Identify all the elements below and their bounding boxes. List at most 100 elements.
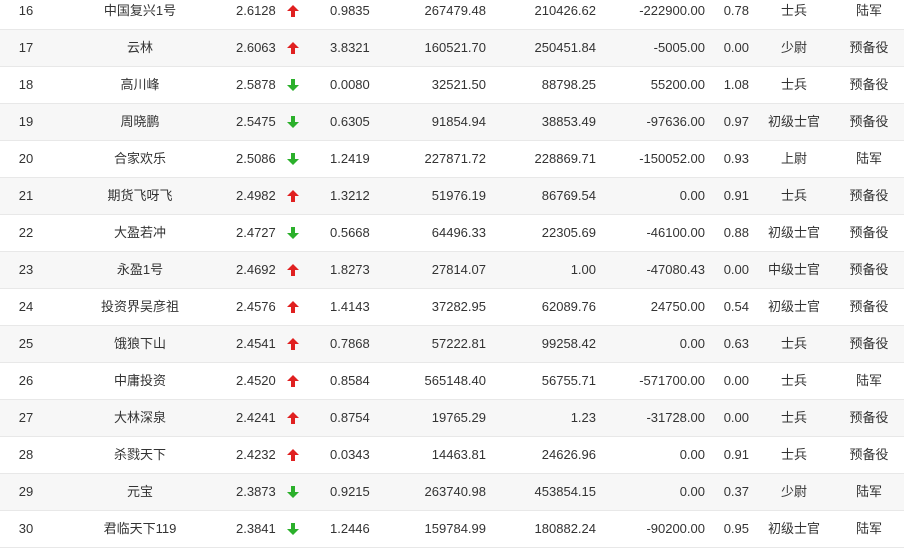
- metric-value-2: 1.00: [570, 262, 596, 277]
- rank-title: 初级士官: [767, 114, 820, 129]
- branch: 预备役: [849, 447, 889, 462]
- arrow-up-icon: [287, 363, 299, 399]
- trader-name: 君临天下119: [103, 521, 177, 536]
- rank-cell: 18: [18, 77, 34, 92]
- rank-cell: 16: [18, 3, 34, 18]
- ratio-value: 0.5668: [330, 225, 370, 240]
- branch: 预备役: [849, 262, 889, 277]
- arrow-up-icon: [287, 326, 299, 362]
- metric-value-1: 51976.19: [431, 188, 486, 203]
- metric-value-4: 0.00: [723, 410, 749, 425]
- metric-value-2: 180882.24: [534, 521, 596, 536]
- table-row[interactable]: 29 元宝 2.3873 0.9215 263740.98 453854.15 0.00 0.…: [0, 474, 904, 511]
- rank-title: 士兵: [780, 410, 807, 425]
- score-value: 2.6063: [236, 40, 276, 55]
- ratio-value: 1.3212: [330, 188, 370, 203]
- branch: 陆军: [855, 484, 882, 499]
- table-row[interactable]: 25 饿狼下山 2.4541 0.7868 57222.81 99258.42 0.00 0.…: [0, 326, 904, 363]
- score-value: 2.6128: [236, 3, 276, 18]
- metric-value-1: 565148.40: [424, 373, 486, 388]
- ratio-value: 3.8321: [330, 40, 370, 55]
- metric-value-2: 250451.84: [534, 40, 596, 55]
- metric-value-3: 0.00: [679, 188, 705, 203]
- metric-value-1: 227871.72: [424, 151, 486, 166]
- rank-title: 初级士官: [767, 299, 820, 314]
- trader-name: 合家欢乐: [113, 151, 166, 166]
- table-row[interactable]: 16 中国复兴1号 2.6128 0.9835 267479.48 210426.62 -2…: [0, 0, 904, 30]
- table-row[interactable]: 26 中庸投资 2.4520 0.8584 565148.40 56755.71 -5717…: [0, 363, 904, 400]
- arrow-down-icon: [287, 474, 299, 510]
- table-row[interactable]: 19 周晓鹏 2.5475 0.6305 91854.94 38853.49 -97636.…: [0, 104, 904, 141]
- arrow-down-icon: [287, 215, 299, 251]
- ratio-value: 0.7868: [330, 336, 370, 351]
- metric-value-2: 228869.71: [534, 151, 596, 166]
- metric-value-1: 160521.70: [424, 40, 486, 55]
- arrow-up-icon: [287, 252, 299, 288]
- ratio-value: 0.0080: [330, 77, 370, 92]
- branch: 预备役: [849, 299, 889, 314]
- metric-value-3: -97636.00: [646, 114, 705, 129]
- arrow-up-icon: [287, 178, 299, 214]
- metric-value-4: 0.88: [723, 225, 749, 240]
- rank-cell: 23: [18, 262, 34, 277]
- ranking-table: 16 中国复兴1号 2.6128 0.9835 267479.48 210426.62 -2…: [0, 0, 904, 548]
- branch: 预备役: [849, 188, 889, 203]
- branch: 预备役: [849, 114, 889, 129]
- rank-cell: 27: [18, 410, 34, 425]
- trader-name: 投资界吴彦祖: [100, 299, 179, 314]
- metric-value-4: 0.93: [723, 151, 749, 166]
- ratio-value: 0.9215: [330, 484, 370, 499]
- metric-value-4: 0.00: [723, 373, 749, 388]
- ratio-value: 0.9835: [330, 3, 370, 18]
- trader-name: 高川峰: [120, 77, 160, 92]
- rank-title: 少尉: [780, 40, 807, 55]
- metric-value-1: 14463.81: [431, 447, 486, 462]
- score-value: 2.3841: [236, 521, 276, 536]
- metric-value-2: 56755.71: [541, 373, 596, 388]
- score-value: 2.4692: [236, 262, 276, 277]
- table-row[interactable]: 18 高川峰 2.5878 0.0080 32521.50 88798.25 55200.0…: [0, 67, 904, 104]
- branch: 预备役: [849, 40, 889, 55]
- rank-cell: 26: [18, 373, 34, 388]
- score-value: 2.4727: [236, 225, 276, 240]
- metric-value-4: 0.00: [723, 262, 749, 277]
- metric-value-4: 0.37: [723, 484, 749, 499]
- metric-value-3: -31728.00: [646, 410, 705, 425]
- table-row[interactable]: 24 投资界吴彦祖 2.4576 1.4143 37282.95 62089.76 2475…: [0, 289, 904, 326]
- trader-name: 周晓鹏: [120, 114, 160, 129]
- table-row[interactable]: 28 杀戮天下 2.4232 0.0343 14463.81 24626.96 0.00 0.…: [0, 437, 904, 474]
- branch: 陆军: [855, 151, 882, 166]
- trader-name: 大盈若冲: [113, 225, 166, 240]
- table-row[interactable]: 17 云林 2.6063 3.8321 160521.70 250451.84 -5005.…: [0, 30, 904, 67]
- table-row[interactable]: 30 君临天下119 2.3841 1.2446 159784.99 180882.24 -…: [0, 511, 904, 548]
- arrow-down-icon: [287, 511, 299, 547]
- table-row[interactable]: 20 合家欢乐 2.5086 1.2419 227871.72 228869.71 -150…: [0, 141, 904, 178]
- score-value: 2.3873: [236, 484, 276, 499]
- metric-value-3: 24750.00: [650, 299, 705, 314]
- metric-value-1: 91854.94: [431, 114, 486, 129]
- metric-value-3: -5005.00: [653, 40, 705, 55]
- trader-name: 杀戮天下: [113, 447, 166, 462]
- rank-title: 士兵: [780, 3, 807, 18]
- metric-value-4: 0.78: [723, 3, 749, 18]
- metric-value-2: 22305.69: [541, 225, 596, 240]
- metric-value-1: 263740.98: [424, 484, 486, 499]
- metric-value-1: 267479.48: [424, 3, 486, 18]
- table-row[interactable]: 21 期货飞呀飞 2.4982 1.3212 51976.19 86769.54 0.00 0…: [0, 178, 904, 215]
- table-row[interactable]: 27 大林深泉 2.4241 0.8754 19765.29 1.23 -31728.00 0…: [0, 400, 904, 437]
- branch: 预备役: [849, 410, 889, 425]
- arrow-up-icon: [287, 30, 299, 66]
- table-row[interactable]: 23 永盈1号 2.4692 1.8273 27814.07 1.00 -47080.43 0…: [0, 252, 904, 289]
- arrow-up-icon: [287, 437, 299, 473]
- ratio-value: 1.8273: [330, 262, 370, 277]
- table-row[interactable]: 22 大盈若冲 2.4727 0.5668 64496.33 22305.69 -46100…: [0, 215, 904, 252]
- metric-value-1: 64496.33: [431, 225, 486, 240]
- rank-cell: 29: [18, 484, 34, 499]
- trader-name: 期货飞呀飞: [107, 188, 173, 203]
- score-value: 2.5086: [236, 151, 276, 166]
- metric-value-2: 1.23: [570, 410, 596, 425]
- rank-cell: 30: [18, 521, 34, 536]
- arrow-down-icon: [287, 67, 299, 103]
- branch: 陆军: [855, 373, 882, 388]
- arrow-down-icon: [287, 141, 299, 177]
